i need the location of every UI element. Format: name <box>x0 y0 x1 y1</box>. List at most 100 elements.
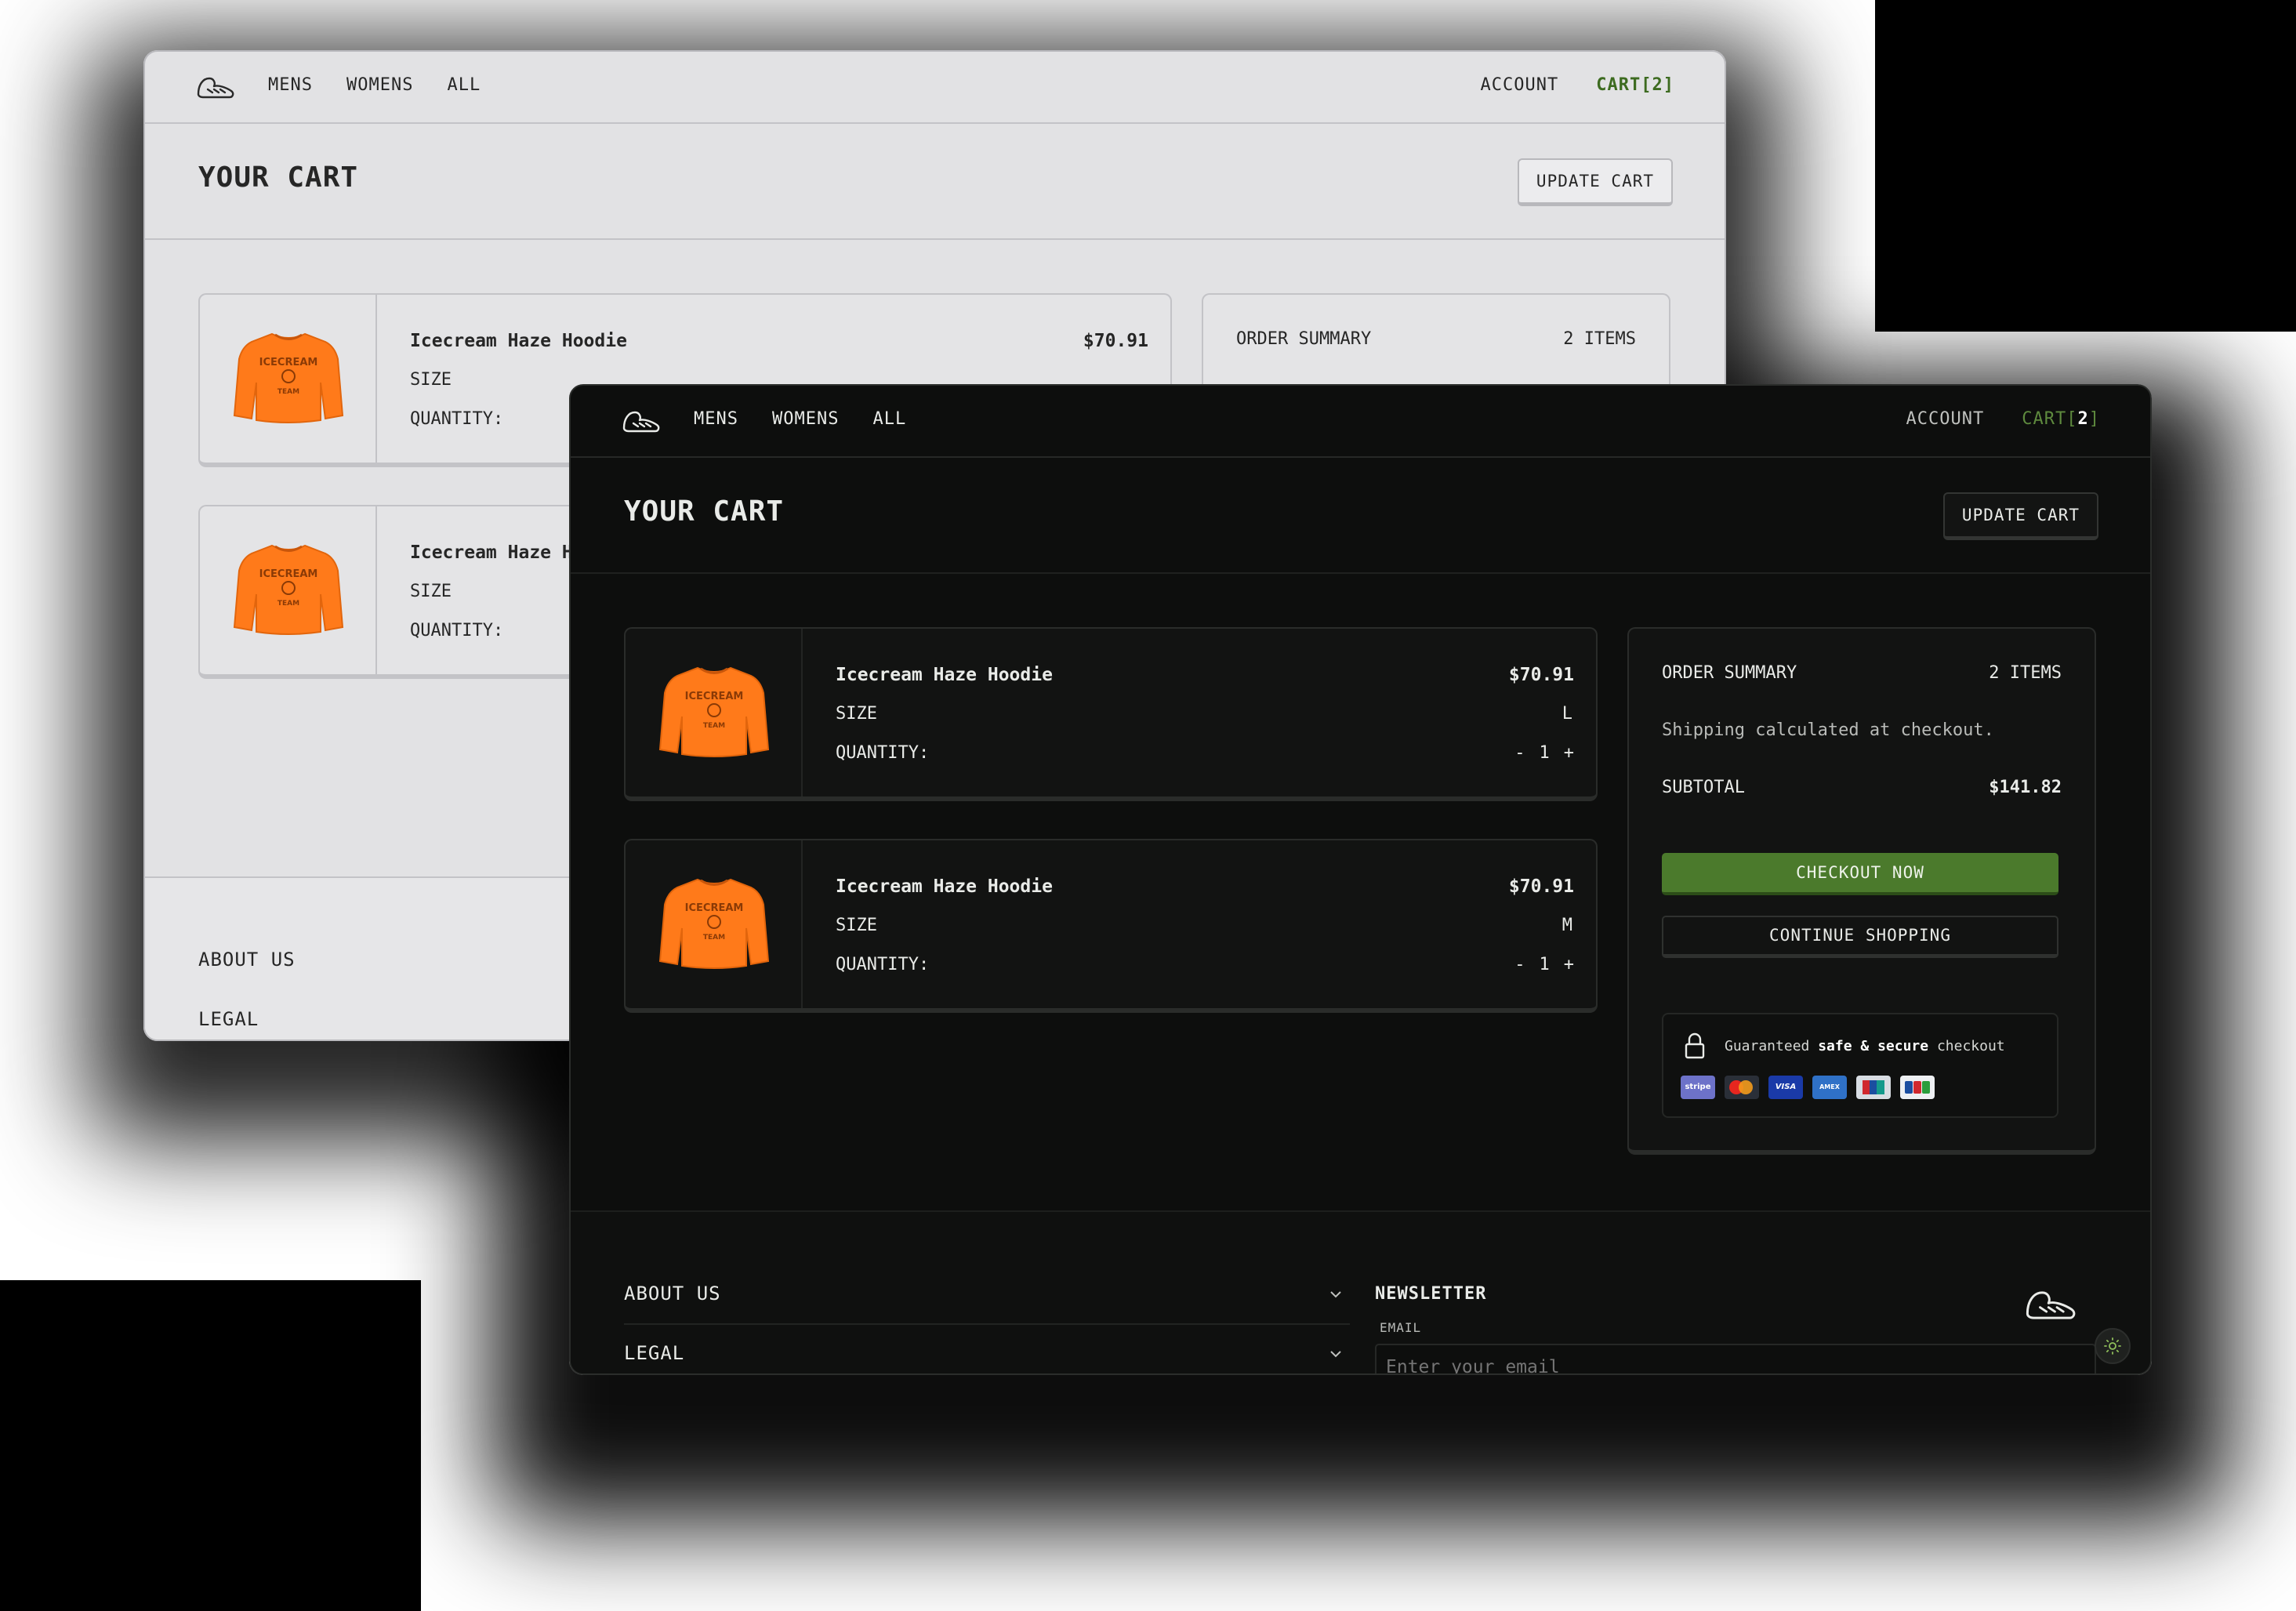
item-name[interactable]: Icecream Haze Hoodie <box>836 665 1053 685</box>
hoodie-image: ICECREAM TEAM <box>233 332 344 423</box>
cart-suffix: ] <box>2088 409 2100 429</box>
size-label: SIZE <box>836 916 877 935</box>
payment-methods: stripe VISA AMEX <box>1681 1076 1935 1099</box>
continue-shopping-button[interactable]: CONTINUE SHOPPING <box>1662 916 2058 958</box>
nav-link-womens[interactable]: WOMENS <box>346 75 413 95</box>
size-value: M <box>1561 916 1572 935</box>
size-label: SIZE <box>410 582 452 601</box>
quantity-label: QUANTITY: <box>836 955 930 974</box>
nav-right: ACCOUNT CART[2] <box>1481 75 1674 95</box>
item-name[interactable]: Icecream Haze Hoodie <box>410 331 627 351</box>
nav-link-all[interactable]: ALL <box>872 409 906 429</box>
nav-link-mens[interactable]: MENS <box>268 75 313 95</box>
hoodie-print-bottom: TEAM <box>277 388 299 396</box>
size-label: SIZE <box>410 370 452 390</box>
account-link[interactable]: ACCOUNT <box>1481 75 1559 95</box>
page-title: YOUR CART <box>624 495 785 528</box>
cart-count: 2 <box>2077 409 2089 429</box>
nav-links: MENS WOMENS ALL <box>268 75 481 95</box>
nav-right: ACCOUNT CART[2] <box>1906 409 2100 429</box>
product-image[interactable]: ICECREAM TEAM <box>626 629 803 796</box>
cart-header: YOUR CART UPDATE CART <box>145 122 1725 240</box>
hoodie-image: ICECREAM TEAM <box>658 878 770 969</box>
hoodie-print-bottom: TEAM <box>703 934 725 942</box>
order-summary: ORDER SUMMARY 2 ITEMS Shipping calculate… <box>1627 627 2096 1155</box>
quantity-stepper: - 1 + <box>1514 955 1574 974</box>
update-cart-button[interactable]: UPDATE CART <box>1517 158 1673 206</box>
footer-about-us[interactable]: ABOUT US <box>198 949 296 971</box>
footer-legal[interactable]: LEGAL <box>624 1342 684 1364</box>
item-name[interactable]: Icecream Haze Hoodie <box>836 876 1053 897</box>
secure-text-pre: Guaranteed <box>1725 1038 1819 1054</box>
secure-checkout-text: Guaranteed safe & secure checkout <box>1725 1038 2005 1054</box>
cart-link[interactable]: CART[2] <box>2022 409 2100 429</box>
footer-legal[interactable]: LEGAL <box>198 1008 259 1030</box>
quantity-value: 1 <box>1539 743 1550 763</box>
hoodie-print-top: ICECREAM <box>259 357 318 368</box>
summary-item-count: 2 ITEMS <box>1563 329 1636 349</box>
shipping-note: Shipping calculated at checkout. <box>1662 720 1994 740</box>
brand-logo-icon[interactable] <box>195 74 236 102</box>
amex-icon: AMEX <box>1812 1076 1847 1099</box>
nav-link-all[interactable]: ALL <box>447 75 481 95</box>
cart-prefix: CART[ <box>2022 409 2078 429</box>
chevron-down-icon[interactable] <box>1329 1290 1342 1298</box>
mastercard-icon <box>1725 1076 1759 1099</box>
secure-text-post: checkout <box>1928 1038 2005 1054</box>
quantity-stepper: - 1 + <box>1514 743 1574 763</box>
subtotal-value: $141.82 <box>1989 778 2062 797</box>
decrease-quantity-button[interactable]: - <box>1514 955 1525 974</box>
cart-prefix: CART[ <box>1596 75 1652 95</box>
background-block-top-right <box>1875 0 2296 332</box>
decrease-quantity-button[interactable]: - <box>1514 743 1525 763</box>
lock-icon <box>1685 1032 1705 1059</box>
quantity-label: QUANTITY: <box>410 621 504 640</box>
hoodie-print-bottom: TEAM <box>703 722 725 730</box>
newsletter-title: NEWSLETTER <box>1375 1284 1487 1304</box>
cart-header: YOUR CART UPDATE CART <box>571 456 2150 574</box>
hoodie-print-top: ICECREAM <box>259 568 318 580</box>
jcb-icon <box>1900 1076 1935 1099</box>
dark-theme-window: MENS WOMENS ALL ACCOUNT CART[2] YOUR CAR… <box>569 384 2152 1375</box>
chevron-down-icon[interactable] <box>1329 1350 1342 1358</box>
hoodie-image: ICECREAM TEAM <box>658 666 770 757</box>
brand-logo-icon <box>2026 1291 2076 1319</box>
page-title: YOUR CART <box>198 161 359 194</box>
footer-about-us[interactable]: ABOUT US <box>624 1283 721 1304</box>
footer: ABOUT US LEGAL NEWSLETTER EMAIL <box>571 1210 2150 1373</box>
product-image[interactable]: ICECREAM TEAM <box>200 506 377 674</box>
product-image[interactable]: ICECREAM TEAM <box>200 295 377 463</box>
stripe-icon: stripe <box>1681 1076 1715 1099</box>
hoodie-print-bottom: TEAM <box>277 600 299 608</box>
account-link[interactable]: ACCOUNT <box>1906 409 1985 429</box>
increase-quantity-button[interactable]: + <box>1564 955 1574 974</box>
secure-text-bold: safe & secure <box>1818 1038 1929 1054</box>
update-cart-button[interactable]: UPDATE CART <box>1942 492 2098 540</box>
background-block-bottom-left <box>0 1280 421 1611</box>
top-nav: MENS WOMENS ALL ACCOUNT CART[2] <box>571 386 2150 458</box>
hoodie-print-top: ICECREAM <box>685 691 744 702</box>
email-label: EMAIL <box>1380 1320 1422 1335</box>
nav-link-mens[interactable]: MENS <box>694 409 738 429</box>
cart-count: 2 <box>1652 75 1663 95</box>
summary-title: ORDER SUMMARY <box>1236 329 1372 349</box>
secure-checkout-badge: Guaranteed safe & secure checkout stripe… <box>1662 1013 2058 1118</box>
theme-toggle-button[interactable] <box>2095 1328 2131 1364</box>
nav-link-womens[interactable]: WOMENS <box>772 409 839 429</box>
checkout-now-button[interactable]: CHECKOUT NOW <box>1662 853 2058 895</box>
quantity-label: QUANTITY: <box>836 743 930 763</box>
summary-title: ORDER SUMMARY <box>1662 663 1797 683</box>
subtotal-label: SUBTOTAL <box>1662 778 1745 797</box>
increase-quantity-button[interactable]: + <box>1564 743 1574 763</box>
brand-logo-icon[interactable] <box>621 408 662 436</box>
cart-link[interactable]: CART[2] <box>1596 75 1674 95</box>
nav-links: MENS WOMENS ALL <box>694 409 906 429</box>
email-input[interactable] <box>1375 1344 2096 1373</box>
unionpay-icon <box>1856 1076 1891 1099</box>
hoodie-image: ICECREAM TEAM <box>233 544 344 635</box>
size-label: SIZE <box>836 704 877 724</box>
product-image[interactable]: ICECREAM TEAM <box>626 840 803 1008</box>
item-price: $70.91 <box>1508 876 1574 897</box>
footer-divider <box>624 1323 1350 1325</box>
item-price: $70.91 <box>1508 665 1574 685</box>
